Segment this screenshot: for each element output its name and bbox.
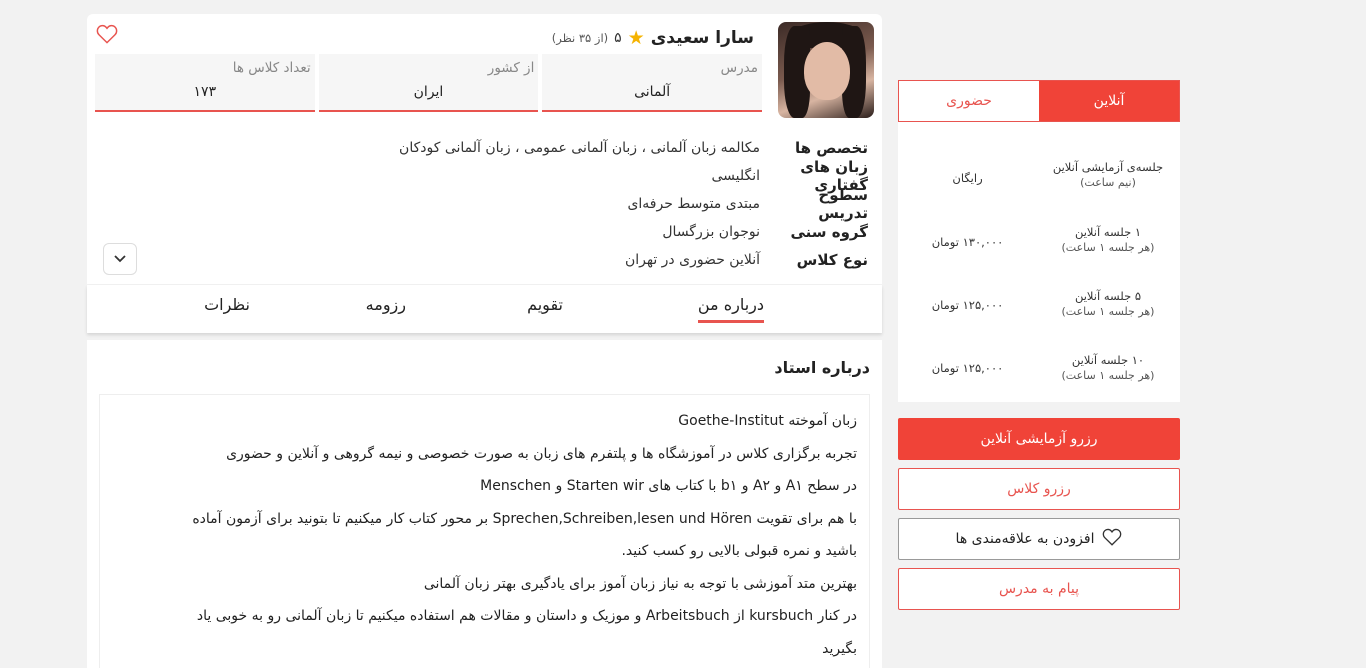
- price-subtitle: (نیم ساعت): [1080, 176, 1136, 189]
- stat-label: مدرس: [720, 60, 758, 76]
- message-teacher-button[interactable]: پیام به مدرس: [898, 568, 1180, 610]
- spec-label: گروه سنی: [790, 223, 868, 241]
- spec-label: تخصص ها: [795, 139, 868, 157]
- about-text-box: زبان آموخته Goethe-Institut تجربه برگزار…: [99, 394, 870, 668]
- tab-reviews[interactable]: نظرات: [204, 295, 250, 320]
- spec-value: نوجوان بزرگسال: [662, 224, 760, 240]
- spec-row: تخصص ها مکالمه زبان آلمانی ، زبان آلمانی…: [98, 134, 868, 162]
- teacher-stats: مدرس آلمانی از کشور ایران تعداد کلاس ها …: [94, 54, 762, 112]
- teacher-name: سارا سعیدی: [650, 28, 754, 48]
- stat-label: از کشور: [487, 60, 535, 76]
- price-title-text: ۱۰ جلسه آنلاین: [1071, 353, 1145, 367]
- stat-label: تعداد کلاس ها: [232, 60, 311, 76]
- stat-value: ایران: [413, 84, 444, 100]
- class-mode-tabs: آنلاین حضوری: [898, 80, 1180, 122]
- tab-about-me[interactable]: درباره من: [697, 295, 764, 323]
- stat-value: ۱۷۳: [193, 84, 217, 100]
- stat-value: آلمانی: [634, 84, 671, 100]
- stat-country: از کشور ایران: [318, 54, 539, 112]
- price-title-text: ۱ جلسه آنلاین: [1074, 225, 1142, 239]
- about-title: درباره استاد: [774, 358, 870, 377]
- price-title-text: ۵ جلسه آنلاین: [1074, 289, 1142, 303]
- spec-row: زبان های گفتاری انگلیسی: [98, 158, 868, 194]
- price-value: ۱۳۰,۰۰۰ تومان: [931, 235, 1004, 249]
- price-title: ۱۰ جلسه آنلاین (هر جلسه ۱ ساعت): [1048, 353, 1168, 383]
- about-section: درباره استاد زبان آموخته Goethe-Institut…: [87, 340, 882, 668]
- about-line: در سطح A۱ و A۲ و b۱ با کتاب های Starten …: [480, 478, 857, 494]
- price-row: ۱ جلسه آنلاین (هر جلسه ۱ ساعت) ۱۳۰,۰۰۰ ت…: [898, 225, 1180, 265]
- price-value: رایگان: [952, 171, 983, 185]
- about-line: بگیرید: [822, 640, 857, 657]
- book-trial-button[interactable]: رزرو آزمایشی آنلاین: [898, 418, 1180, 460]
- book-class-button[interactable]: رزرو کلاس: [898, 468, 1180, 510]
- spec-value: آنلاین حضوری در تهران: [624, 252, 760, 268]
- spec-value: انگلیسی: [711, 168, 760, 184]
- about-line: تجربه برگزاری کلاس در آموزشگاه ها و پلتف…: [226, 445, 857, 462]
- teacher-avatar: [778, 22, 874, 118]
- about-line: باشید و نمره قبولی بالایی رو کسب کنید.: [621, 543, 857, 559]
- price-subtitle: (هر جلسه ۱ ساعت): [1061, 241, 1155, 254]
- price-row: ۱۰ جلسه آنلاین (هر جلسه ۱ ساعت) ۱۲۵,۰۰۰ …: [898, 353, 1180, 393]
- price-title: ۱ جلسه آنلاین (هر جلسه ۱ ساعت): [1048, 225, 1168, 255]
- spec-row: نوع کلاس آنلاین حضوری در تهران: [98, 246, 868, 274]
- expand-details-button[interactable]: [103, 243, 137, 275]
- price-list: جلسه‌ی آزمایشی آنلاین (نیم ساعت) رایگان …: [898, 122, 1180, 402]
- stat-language: مدرس آلمانی: [542, 54, 762, 112]
- spec-value: مبتدی متوسط حرفه‌ای: [627, 196, 760, 212]
- price-title: ۵ جلسه آنلاین (هر جلسه ۱ ساعت): [1048, 289, 1168, 319]
- tab-in-person[interactable]: حضوری: [899, 81, 1039, 121]
- rating-count: (از ۳۵ نظر): [551, 31, 609, 45]
- about-line: زبان آموخته Goethe-Institut: [678, 413, 857, 429]
- price-subtitle: (هر جلسه ۱ ساعت): [1061, 305, 1155, 318]
- spec-label: نوع کلاس: [796, 251, 868, 269]
- price-row: جلسه‌ی آزمایشی آنلاین (نیم ساعت) رایگان: [898, 160, 1180, 200]
- price-row: ۵ جلسه آنلاین (هر جلسه ۱ ساعت) ۱۲۵,۰۰۰ ت…: [898, 289, 1180, 329]
- heart-icon: [1102, 528, 1122, 550]
- rating-value: ۵: [614, 30, 622, 46]
- tab-resume[interactable]: رزومه: [366, 295, 406, 320]
- about-line: بهترین متد آموزشی با توجه به نیاز زبان آ…: [423, 575, 857, 592]
- about-line: در کنار kursbuch از Arbeitsbuch و موزیک …: [196, 608, 857, 624]
- spec-value: مکالمه زبان آلمانی ، زبان آلمانی عمومی ،…: [399, 140, 760, 156]
- teacher-specs: تخصص ها مکالمه زبان آلمانی ، زبان آلمانی…: [98, 134, 868, 274]
- price-value: ۱۲۵,۰۰۰ تومان: [931, 298, 1004, 312]
- tab-calendar[interactable]: تقویم: [527, 295, 563, 320]
- about-line: با هم برای تقویت Sprechen,Schreiben,lese…: [192, 510, 857, 527]
- price-title: جلسه‌ی آزمایشی آنلاین (نیم ساعت): [1048, 160, 1168, 190]
- favorite-heart-icon[interactable]: [96, 24, 118, 44]
- spec-row: سطوح تدریس مبتدی متوسط حرفه‌ای: [98, 186, 868, 222]
- profile-tabs: درباره من تقویم رزومه نظرات: [87, 285, 882, 333]
- add-favorite-button[interactable]: افزودن به علاقه‌مندی ها: [898, 518, 1180, 560]
- price-subtitle: (هر جلسه ۱ ساعت): [1061, 369, 1155, 382]
- star-icon: ★: [627, 26, 645, 49]
- spec-row: گروه سنی نوجوان بزرگسال: [98, 218, 868, 246]
- teacher-profile-card: سارا سعیدی ★ ۵ (از ۳۵ نظر) مدرس آلمانی ا…: [87, 14, 882, 284]
- tab-online[interactable]: آنلاین: [1039, 81, 1179, 121]
- price-title-text: جلسه‌ی آزمایشی آنلاین: [1052, 160, 1164, 174]
- chevron-down-icon: [114, 255, 126, 263]
- spec-label: سطوح تدریس: [818, 186, 868, 222]
- price-value: ۱۲۵,۰۰۰ تومان: [931, 361, 1004, 375]
- add-favorite-label: افزودن به علاقه‌مندی ها: [955, 531, 1095, 547]
- teacher-name-row: سارا سعیدی ★ ۵ (از ۳۵ نظر): [552, 24, 754, 52]
- stat-class-count: تعداد کلاس ها ۱۷۳: [94, 54, 315, 112]
